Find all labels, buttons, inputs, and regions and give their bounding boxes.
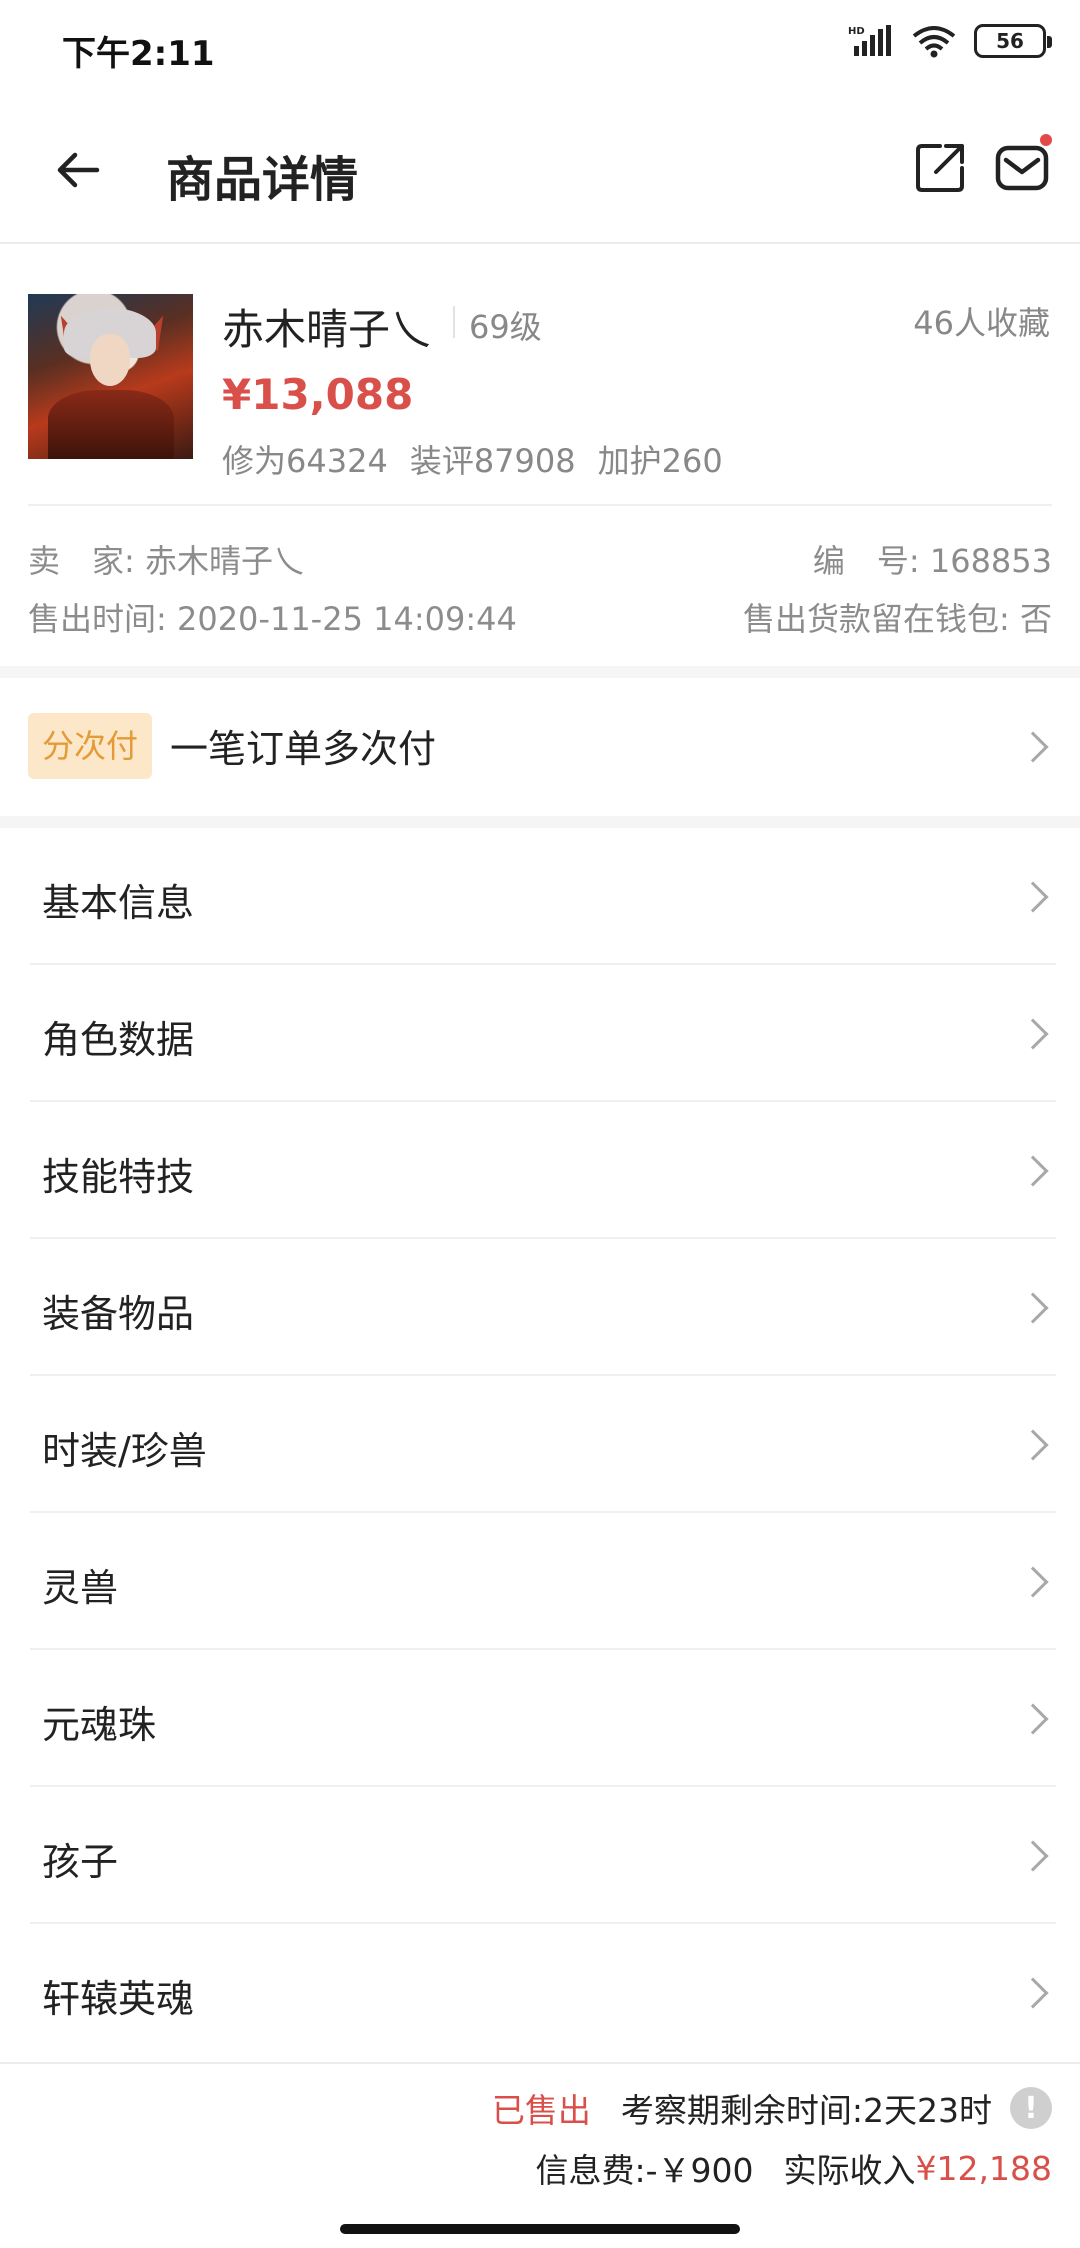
item-id-info: 编 号: 168853 [813,536,1052,582]
signal-icon: HD [848,25,891,56]
meta-row: 售出时间: 2020-11-25 14:09:44 售出货款留在钱包: 否 [28,594,1052,640]
inspection-remaining: 2天23时 [863,2091,992,2130]
product-detail-page: 下午2:11 HD 56 商品详情 赤木晴子乀 69级 46人收藏 ¥13,08… [0,0,1080,2248]
menu-item-skills[interactable]: 技能特技 [0,1102,1080,1239]
status-row: 已售出 考察期剩余时间: 2天23时 ! [492,2084,1052,2132]
info-icon[interactable]: ! [1010,2087,1052,2129]
installment-text: 一笔订单多次付 [170,727,437,771]
character-name: 赤木晴子乀 [222,305,433,354]
menu-item-label: 基本信息 [42,881,195,925]
menu-item-label: 孩子 [42,1840,119,1884]
unread-dot [1040,134,1052,146]
back-button[interactable] [44,136,112,204]
menu-item-soul-beads[interactable]: 元魂珠 [0,1650,1080,1787]
chevron-right-icon [1017,1840,1049,1872]
share-button[interactable] [912,140,972,200]
menu-item-fashion-pets[interactable]: 时装/珍兽 [0,1376,1080,1513]
wallet-info: 售出货款留在钱包: 否 [743,594,1052,640]
message-button[interactable] [994,134,1054,200]
menu-item-children[interactable]: 孩子 [0,1787,1080,1924]
favorite-count: 46人收藏 [913,304,1050,342]
income-label: 实际收入 [783,2151,916,2190]
menu-item-character-data[interactable]: 角色数据 [0,965,1080,1102]
income-value: ¥12,188 [915,2148,1052,2188]
arrow-left-icon [57,152,100,188]
sold-status: 已售出 [491,2091,591,2130]
section-gap [0,816,1080,828]
character-stats: 修为64324 装评87908 加护260 [222,436,723,482]
installment-tag: 分次付 [28,713,153,779]
chevron-right-icon [1017,1703,1049,1735]
menu-item-label: 元魂珠 [42,1703,157,1747]
price: ¥13,088 [222,370,414,419]
menu-item-label: 灵兽 [42,1566,119,1610]
income-row: 信息费: -￥900 实际收入 ¥12,188 [536,2144,1053,2192]
menu-item-label: 时装/珍兽 [42,1429,207,1473]
installment-row[interactable]: 分次付 一笔订单多次付 [0,678,1080,816]
share-icon [916,144,964,192]
svg-text:HD: HD [848,26,865,37]
menu-item-xuanyuan-souls[interactable]: 轩辕英魂 [0,1924,1080,2061]
detail-menu: 基本信息 角色数据 技能特技 装备物品 时装/珍兽 灵兽 元魂珠 孩子 轩辕英魂 [0,828,1080,2061]
character-avatar[interactable] [28,294,193,459]
inspection-label: 考察期剩余时间: [620,2091,863,2130]
sold-time-info: 售出时间: 2020-11-25 14:09:44 [28,594,517,640]
fee-label: 信息费: [535,2151,646,2190]
chevron-right-icon [1017,1429,1049,1461]
chevron-right-icon [1017,1566,1049,1598]
chevron-right-icon [1017,1155,1049,1187]
page-title: 商品详情 [166,152,359,208]
product-summary: 赤木晴子乀 69级 46人收藏 ¥13,088 修为64324 装评87908 … [0,246,1080,666]
battery-icon: 56 [974,24,1052,58]
menu-item-equipment[interactable]: 装备物品 [0,1239,1080,1376]
menu-item-label: 装备物品 [42,1292,195,1336]
fee-value: -￥900 [645,2151,754,2190]
divider [28,504,1052,506]
chevron-right-icon [1017,1018,1049,1050]
chevron-right-icon [1017,1292,1049,1324]
sold-time-label: 售出时间: [28,600,167,638]
menu-item-basic-info[interactable]: 基本信息 [0,828,1080,965]
wifi-icon [912,26,956,58]
stat-cultivation: 修为64324 [222,442,388,480]
item-id: 168853 [929,542,1052,580]
meta-row: 卖 家: 赤木晴子乀 编 号: 168853 [28,536,1052,582]
bottom-bar: 已售出 考察期剩余时间: 2天23时 ! 信息费: -￥900 实际收入 ¥12… [0,2062,1080,2248]
seller-name: 赤木晴子乀 [144,542,305,580]
chevron-right-icon [1017,1977,1049,2009]
seller-label: 卖 家: [28,542,135,580]
wallet-label: 售出货款留在钱包: [743,600,1010,638]
status-time: 下午2:11 [62,34,215,74]
mail-icon [995,145,1049,191]
stat-equipment-score: 装评87908 [409,442,576,480]
menu-item-label: 轩辕英魂 [42,1977,195,2021]
sold-time: 2020-11-25 14:09:44 [176,600,517,638]
section-gap [0,666,1080,678]
status-bar: 下午2:11 HD 56 [0,0,1080,96]
stat-protection: 加护260 [597,442,723,480]
menu-item-label: 角色数据 [42,1018,195,1062]
home-indicator[interactable] [340,2224,740,2234]
item-id-label: 编 号: [812,542,920,580]
wallet-value: 否 [1019,600,1052,638]
divider [453,306,455,338]
seller-info: 卖 家: 赤木晴子乀 [28,536,305,582]
menu-item-spirit-beasts[interactable]: 灵兽 [0,1513,1080,1650]
menu-item-label: 技能特技 [42,1155,195,1199]
character-level: 69级 [469,308,542,346]
chevron-right-icon [1017,731,1049,763]
header: 商品详情 [0,96,1080,244]
status-icons: HD 56 [848,24,1052,58]
chevron-right-icon [1017,881,1049,913]
